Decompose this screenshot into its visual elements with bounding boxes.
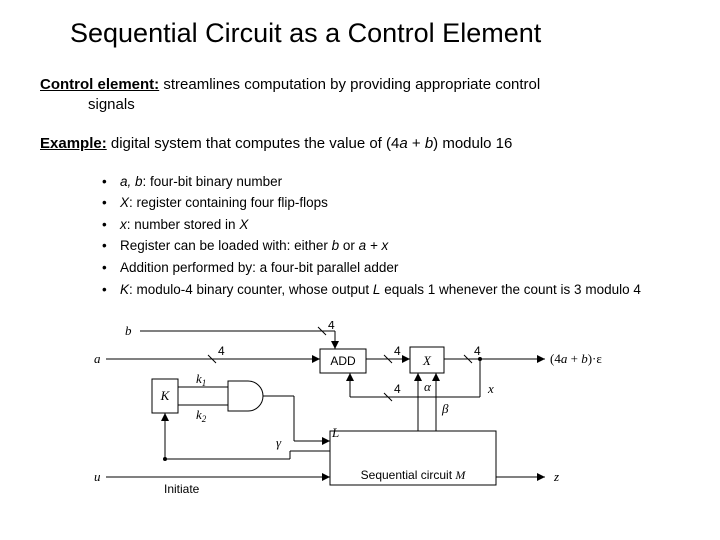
label-a: a: [94, 351, 101, 366]
list-item: Register can be loaded with: either b or…: [102, 236, 680, 256]
label-bus4-add: 4: [394, 344, 401, 358]
list-item: K: modulo-4 binary counter, whose output…: [102, 280, 680, 300]
label-u: u: [94, 469, 101, 484]
definition-paragraph: Control element: streamlines computation…: [40, 75, 680, 116]
label-initiate: Initiate: [164, 482, 200, 496]
label-alpha: α: [424, 379, 432, 394]
example-a: a: [399, 135, 407, 152]
label-bus4-b: 4: [328, 321, 335, 332]
label-b: b: [125, 323, 132, 338]
list-item: X: register containing four flip-flops: [102, 193, 680, 213]
slide-title: Sequential Circuit as a Control Element: [70, 18, 680, 49]
example-lead: Example:: [40, 135, 107, 152]
list-item: x: number stored in X: [102, 215, 680, 235]
label-k2: k2: [196, 407, 207, 424]
label-K: K: [160, 388, 171, 403]
label-bus4-a: 4: [218, 344, 225, 358]
circuit-diagram: b 4 a 4 ADD 4 X: [40, 321, 680, 501]
example-tail: ) modulo 16: [433, 135, 512, 152]
example-plus: +: [408, 135, 425, 152]
bullet-list: a, b: four-bit binary number X: register…: [102, 172, 680, 299]
label-k1: k1: [196, 371, 206, 388]
label-seq: Sequential circuit M: [361, 468, 467, 482]
list-item: Addition performed by: a four-bit parall…: [102, 258, 680, 278]
label-output: (4a + b)·ε: [550, 351, 602, 366]
label-L: L: [331, 425, 339, 440]
label-bus4-out: 4: [474, 344, 481, 358]
label-gamma: γ: [276, 435, 282, 450]
definition-text-1: streamlines computation by providing app…: [159, 76, 540, 93]
label-add: ADD: [330, 354, 356, 368]
list-item: a, b: four-bit binary number: [102, 172, 680, 192]
example-paragraph: Example: digital system that computes th…: [40, 134, 680, 154]
example-text-1: digital system that computes the value o…: [107, 135, 400, 152]
label-beta: β: [441, 401, 449, 416]
label-x: x: [487, 381, 494, 396]
label-z: z: [553, 469, 559, 484]
example-b: b: [425, 135, 433, 152]
label-bus4-fb: 4: [394, 382, 401, 396]
label-X: X: [422, 353, 432, 368]
definition-lead: Control element:: [40, 76, 159, 93]
definition-text-2: signals: [88, 95, 135, 115]
